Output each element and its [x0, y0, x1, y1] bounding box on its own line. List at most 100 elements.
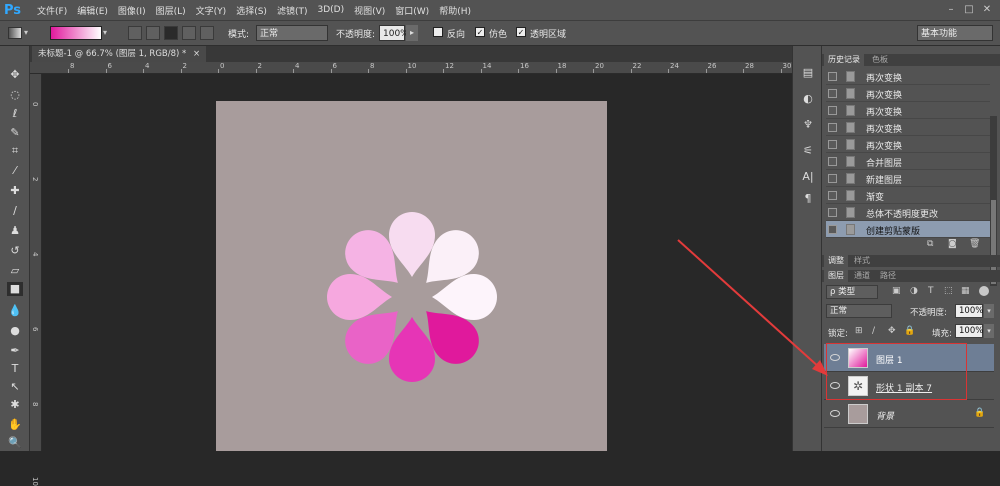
- lock-all-icon[interactable]: 🔒: [904, 326, 915, 336]
- workspace-select[interactable]: 基本功能: [917, 25, 993, 41]
- opacity-dropdown-icon[interactable]: ▸: [406, 25, 418, 41]
- lock-move-icon[interactable]: ✥: [888, 326, 896, 336]
- filter-type-icon[interactable]: T: [928, 286, 934, 296]
- tab-layers[interactable]: 图层: [824, 270, 848, 282]
- hand-tool-icon[interactable]: ✋: [7, 418, 23, 432]
- move-tool-icon[interactable]: ✥: [7, 68, 23, 82]
- history-item[interactable]: 再次变换: [826, 68, 990, 85]
- history-item[interactable]: 新建图层: [826, 170, 990, 187]
- brush-preset-icon[interactable]: ♆: [801, 118, 815, 132]
- canvas-area[interactable]: [42, 74, 792, 451]
- history-source-checkbox[interactable]: [828, 225, 837, 234]
- restore-button[interactable]: □: [960, 3, 978, 17]
- diamond-gradient-button[interactable]: [200, 26, 214, 40]
- history-brush-tool-icon[interactable]: ↺: [7, 244, 23, 258]
- character-panel-icon[interactable]: A|: [801, 170, 815, 184]
- tab-channels[interactable]: 通道: [850, 270, 874, 282]
- blend-mode-select[interactable]: 正常: [826, 304, 892, 318]
- filter-smart-icon[interactable]: ▦: [961, 286, 970, 296]
- history-item[interactable]: 再次变换: [826, 136, 990, 153]
- history-source-checkbox[interactable]: [828, 174, 837, 183]
- history-panel-icon[interactable]: ▤: [801, 66, 815, 80]
- history-source-checkbox[interactable]: [828, 89, 837, 98]
- mode-select[interactable]: 正常: [256, 25, 328, 41]
- marquee-tool-icon[interactable]: ◌: [7, 88, 23, 102]
- history-source-checkbox[interactable]: [828, 208, 837, 217]
- filter-shape-icon[interactable]: ⬚: [944, 286, 953, 296]
- fill-input[interactable]: 100%: [955, 324, 983, 338]
- transparency-checkbox[interactable]: ✓: [516, 27, 526, 37]
- paragraph-panel-icon[interactable]: ¶: [801, 192, 815, 206]
- gradient-tool-icon-active[interactable]: ■: [7, 282, 23, 296]
- tab-paths[interactable]: 路径: [876, 270, 900, 282]
- layer-opacity-arrow-icon[interactable]: ▾: [984, 304, 994, 318]
- radial-gradient-button[interactable]: [146, 26, 160, 40]
- history-source-checkbox[interactable]: [828, 123, 837, 132]
- quick-select-tool-icon[interactable]: ✎: [7, 126, 23, 140]
- gradient-dropdown-icon[interactable]: ▾: [103, 28, 107, 37]
- menu-help[interactable]: 帮助(H): [434, 4, 476, 17]
- new-snapshot-icon[interactable]: ⧉: [927, 239, 933, 249]
- crop-tool-icon[interactable]: ⌗: [7, 144, 23, 158]
- blur-tool-icon[interactable]: 💧: [7, 304, 23, 318]
- fill-arrow-icon[interactable]: ▾: [984, 324, 994, 338]
- history-source-checkbox[interactable]: [828, 157, 837, 166]
- color-panel-icon[interactable]: ◐: [801, 92, 815, 106]
- eraser-tool-icon[interactable]: ▱: [7, 264, 23, 278]
- reflected-gradient-button[interactable]: [182, 26, 196, 40]
- tab-adjustments[interactable]: 调整: [824, 255, 848, 267]
- menu-image[interactable]: 图像(I): [113, 4, 151, 17]
- tool-preset-dropdown-icon[interactable]: ▾: [24, 28, 28, 37]
- filter-adjust-icon[interactable]: ◑: [910, 286, 918, 296]
- menu-type[interactable]: 文字(Y): [191, 4, 232, 17]
- path-select-tool-icon[interactable]: ↖: [7, 380, 23, 394]
- lasso-tool-icon[interactable]: ℓ: [7, 107, 23, 121]
- angle-gradient-button[interactable]: [164, 26, 178, 40]
- history-item[interactable]: 渐变: [826, 187, 990, 204]
- eyedropper-tool-icon[interactable]: ⁄: [7, 164, 23, 178]
- menu-3d[interactable]: 3D(D): [312, 5, 349, 15]
- history-item[interactable]: 合并图层: [826, 153, 990, 170]
- menu-window[interactable]: 窗口(W): [390, 4, 434, 17]
- tab-history[interactable]: 历史记录: [824, 54, 864, 66]
- history-source-checkbox[interactable]: [828, 191, 837, 200]
- brush-tool-icon[interactable]: ∕: [7, 204, 23, 218]
- menu-view[interactable]: 视图(V): [349, 4, 390, 17]
- gradient-tool-icon[interactable]: [8, 27, 22, 39]
- history-item[interactable]: 再次变换: [826, 85, 990, 102]
- trash-icon[interactable]: 🗑: [969, 239, 980, 249]
- history-source-checkbox[interactable]: [828, 106, 837, 115]
- menu-edit[interactable]: 编辑(E): [72, 4, 113, 17]
- camera-icon[interactable]: ◙: [948, 239, 957, 249]
- close-window-button[interactable]: ✕: [978, 3, 996, 17]
- layer-filter-select[interactable]: ρ 类型: [826, 285, 878, 299]
- history-source-checkbox[interactable]: [828, 140, 837, 149]
- lock-paint-icon[interactable]: ∕: [872, 326, 875, 336]
- tab-swatches[interactable]: 色板: [868, 54, 892, 66]
- menu-filter[interactable]: 滤镜(T): [272, 4, 313, 17]
- layer-row[interactable]: 背景 🔒: [824, 400, 994, 428]
- opacity-input[interactable]: 100%: [379, 25, 409, 41]
- healing-tool-icon[interactable]: ✚: [7, 184, 23, 198]
- dither-checkbox[interactable]: ✓: [475, 27, 485, 37]
- filter-toggle-icon[interactable]: [979, 286, 989, 296]
- linear-gradient-button[interactable]: [128, 26, 142, 40]
- pen-tool-icon[interactable]: ✒: [7, 344, 23, 358]
- adjustments-icon[interactable]: ⚟: [801, 144, 815, 158]
- document-tab[interactable]: 未标题-1 @ 66.7% (图层 1, RGB/8) * ×: [32, 46, 207, 62]
- document-canvas[interactable]: [216, 101, 607, 451]
- history-item[interactable]: 再次变换: [826, 102, 990, 119]
- reverse-checkbox[interactable]: [433, 27, 443, 37]
- close-tab-icon[interactable]: ×: [193, 49, 200, 59]
- zoom-tool-icon[interactable]: 🔍: [7, 436, 23, 450]
- dodge-tool-icon[interactable]: ●: [7, 324, 23, 338]
- type-tool-icon[interactable]: T: [7, 362, 23, 376]
- history-item[interactable]: 创建剪贴蒙版: [826, 221, 990, 238]
- layer-opacity-input[interactable]: 100%: [955, 304, 983, 318]
- filter-pixel-icon[interactable]: ▣: [892, 286, 901, 296]
- menu-file[interactable]: 文件(F): [32, 4, 72, 17]
- gradient-preview[interactable]: [50, 26, 102, 40]
- shape-tool-icon[interactable]: ✱: [7, 398, 23, 412]
- history-source-checkbox[interactable]: [828, 72, 837, 81]
- history-item[interactable]: 总体不透明度更改: [826, 204, 990, 221]
